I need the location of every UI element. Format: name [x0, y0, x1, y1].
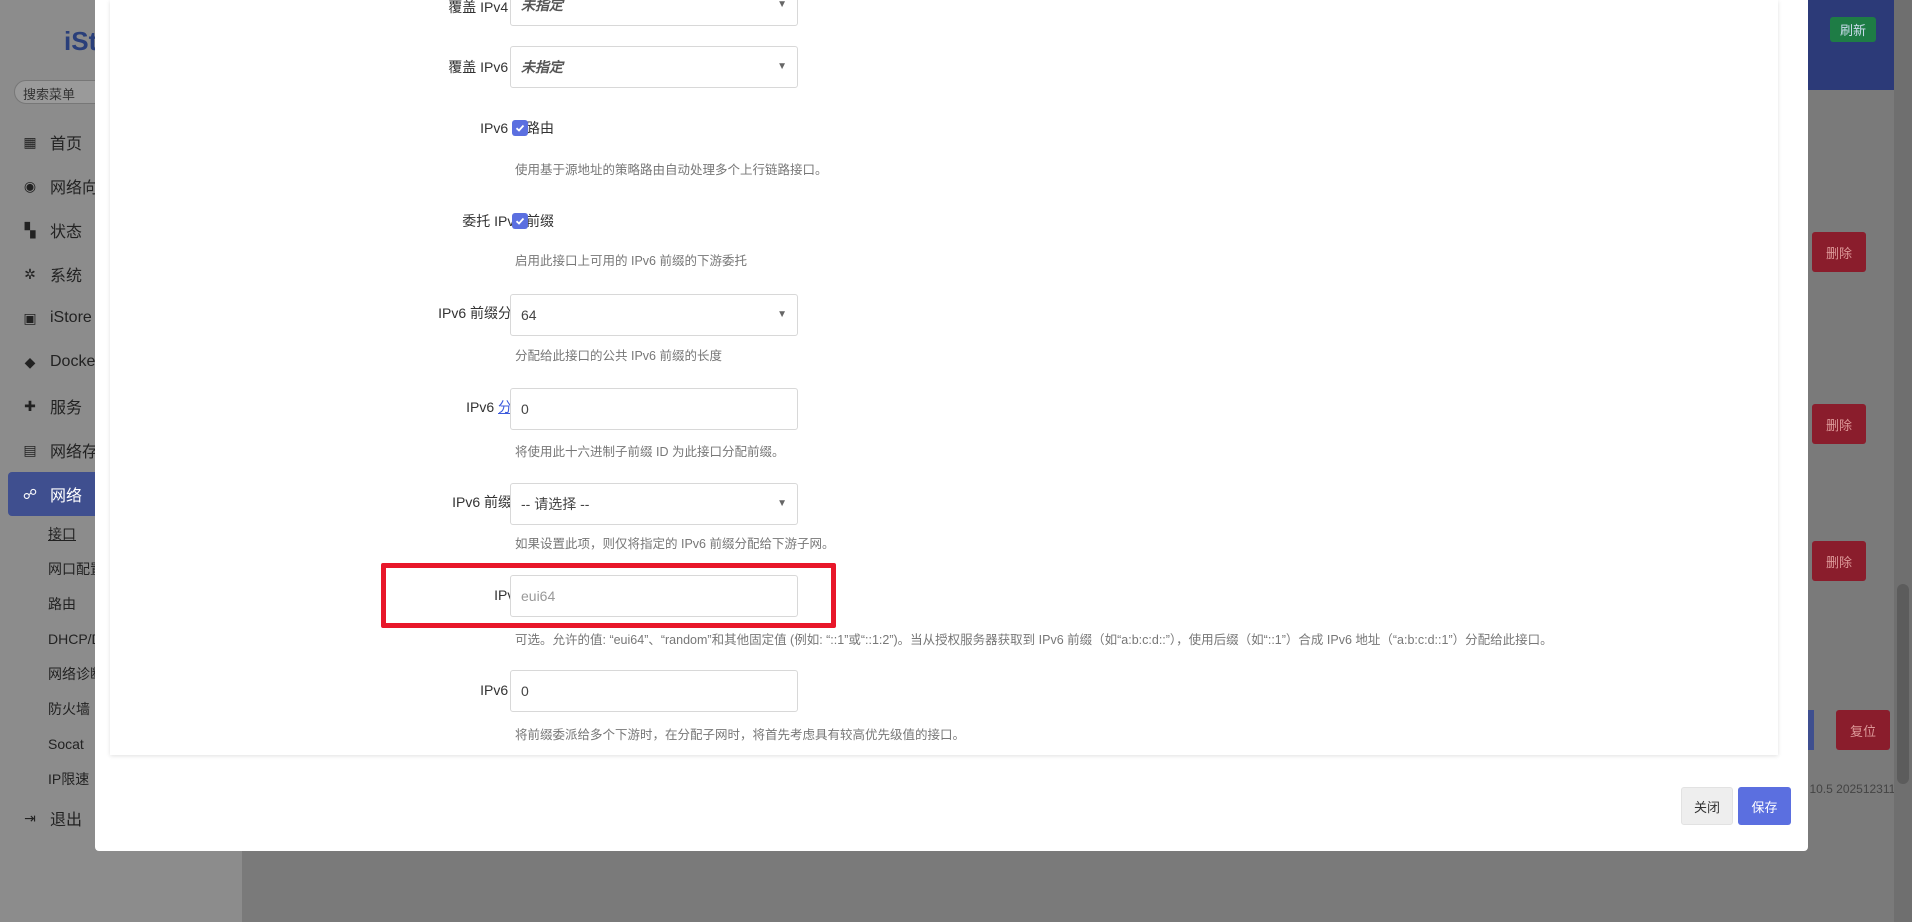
reset-button[interactable]: 复位	[1836, 710, 1890, 750]
delete-button[interactable]: 删除	[1812, 404, 1866, 444]
chevron-down-icon: ▼	[777, 498, 787, 509]
select-value: 未指定	[521, 59, 563, 75]
ipv6-priority-input[interactable]: 0	[510, 670, 798, 712]
database-icon: ▤	[23, 442, 37, 458]
docker-icon: ◆	[24, 354, 36, 370]
help-text: 如果设置此项，则仅将指定的 IPv6 前缀分配给下游子网。	[515, 537, 835, 551]
refresh-button[interactable]: 刷新	[1829, 17, 1876, 42]
help-text: 启用此接口上可用的 IPv6 前缀的下游委托	[515, 254, 747, 268]
chevron-down-icon: ▼	[777, 0, 787, 10]
dashboard-icon: ▦	[23, 134, 37, 150]
label-text: IPv6	[466, 399, 498, 415]
interface-edit-modal: 覆盖 IPv4 路由表 未指定 ▼ 覆盖 IPv6 路由表 未指定 ▼ IPv6 源…	[95, 0, 1808, 851]
sidebar-item-label: 服务	[50, 400, 83, 417]
close-button[interactable]: 关闭	[1681, 787, 1733, 825]
globe-icon: ◉	[23, 178, 37, 194]
help-text: 将前缀委派给多个下游时，在分配子网时，将首先考虑具有较高优先级值的接口。	[515, 728, 966, 742]
delegate-ipv6-prefix-checkbox[interactable]	[512, 213, 528, 229]
sidebar-item-label: 网络	[50, 488, 83, 505]
select-value: 64	[521, 307, 537, 323]
save-button[interactable]: 保存	[1738, 787, 1791, 825]
app-logo: iSt	[64, 26, 98, 56]
ipv6-route-table-select[interactable]: 未指定 ▼	[510, 46, 798, 88]
help-text: 可选。允许的值: “eui64”、“random”和其他固定值 (例如: “::…	[515, 633, 1553, 647]
help-text: 使用基于源地址的策略路由自动处理多个上行链路接口。	[515, 163, 828, 177]
highlight-box	[381, 563, 836, 628]
sidebar-item-label: 系统	[50, 268, 83, 285]
logout-icon: ⇥	[24, 810, 36, 826]
check-icon	[515, 217, 525, 225]
select-value: -- 请选择 --	[521, 496, 590, 512]
sidebar-item-label: 退出	[50, 812, 83, 829]
page-scrollbar[interactable]	[1894, 0, 1912, 922]
select-value: 未指定	[521, 0, 563, 13]
chevron-down-icon: ▼	[777, 309, 787, 320]
puzzle-icon: ✚	[24, 398, 36, 414]
sidebar-item-label: 首页	[50, 136, 83, 153]
ipv6-prefix-length-select[interactable]: 64 ▼	[510, 294, 798, 336]
sidebar-item-label: iStore	[50, 309, 92, 326]
sidebar-item-label: 网络存	[50, 444, 99, 461]
version-text: 10.5 2025123110	[1809, 782, 1902, 796]
check-icon	[515, 124, 525, 132]
ipv6-source-routing-checkbox[interactable]	[512, 120, 528, 136]
sidebar-item-label: Docke	[50, 353, 96, 370]
help-text: 将使用此十六进制子前缀 ID 为此接口分配前缀。	[515, 445, 785, 459]
store-icon: ▣	[23, 310, 37, 326]
grid-icon: ▚	[24, 222, 36, 238]
ipv6-prefix-filter-select[interactable]: -- 请选择 -- ▼	[510, 483, 798, 525]
advanced-settings-panel: 覆盖 IPv4 路由表 未指定 ▼ 覆盖 IPv6 路由表 未指定 ▼ IPv6 源…	[110, 0, 1778, 755]
sidebar-item-label: 网络向	[50, 180, 99, 197]
field-label: 委托 IPv6 前缀	[462, 213, 554, 229]
help-text: 分配给此接口的公共 IPv6 前缀的长度	[515, 349, 722, 363]
gear-icon: ✲	[24, 266, 36, 282]
delete-button[interactable]: 删除	[1812, 232, 1866, 272]
chevron-down-icon: ▼	[777, 61, 787, 72]
delete-button[interactable]: 删除	[1812, 541, 1866, 581]
scrollbar-thumb[interactable]	[1897, 584, 1909, 784]
ipv6-assign-hint-input[interactable]: 0	[510, 388, 798, 430]
ipv4-route-table-select[interactable]: 未指定 ▼	[510, 0, 798, 26]
sidebar-item-label: 状态	[50, 224, 83, 241]
network-icon: ☍	[22, 486, 38, 502]
